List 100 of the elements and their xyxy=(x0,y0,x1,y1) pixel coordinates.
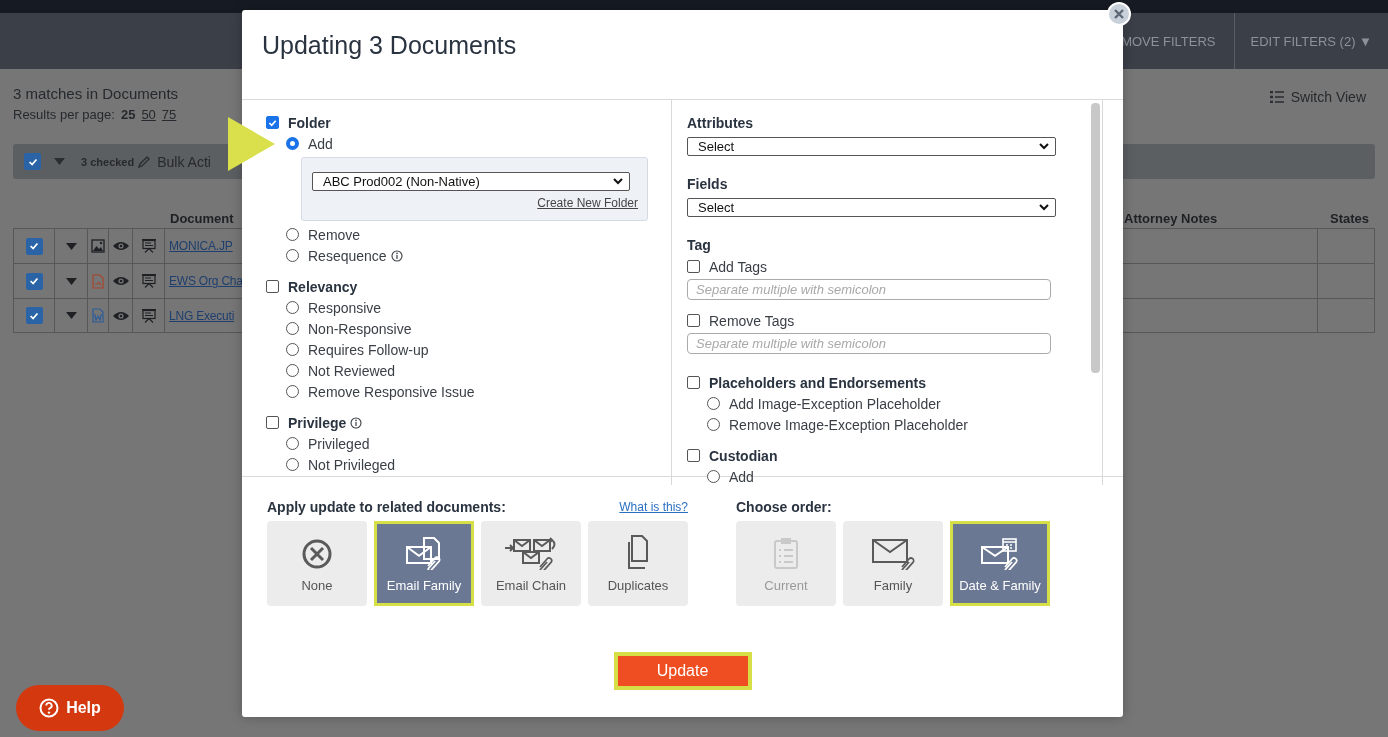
help-link[interactable]: What is this? xyxy=(619,500,688,514)
image-icon xyxy=(91,239,105,253)
option-button[interactable]: Duplicates xyxy=(588,521,688,606)
radio-button[interactable] xyxy=(286,228,299,241)
checkbox[interactable] xyxy=(687,376,700,389)
option-label: Add Image-Exception Placeholder xyxy=(729,395,941,412)
option-button[interactable]: Email Chain xyxy=(481,521,581,606)
column-header: Attorney Notes xyxy=(1124,211,1218,226)
document-link[interactable]: EWS Org Cha xyxy=(169,274,243,288)
option-button[interactable]: Email Family xyxy=(374,521,474,606)
page-size[interactable]: 25 xyxy=(120,107,136,122)
option-label: Remove xyxy=(308,226,361,243)
help-icon xyxy=(39,698,60,718)
checkbox[interactable] xyxy=(25,307,43,324)
option-label: Privileged xyxy=(308,435,370,452)
checkbox[interactable] xyxy=(266,116,279,129)
option-label: Remove Image-Exception Placeholder xyxy=(729,416,968,433)
checkbox[interactable] xyxy=(24,153,41,170)
switch-view-button[interactable]: Switch View xyxy=(1269,89,1375,105)
presentation-icon xyxy=(140,273,157,289)
column-header: States xyxy=(1329,211,1369,226)
radio-button[interactable] xyxy=(286,322,299,335)
section-label: Folder xyxy=(288,114,331,131)
presentation-icon xyxy=(140,307,157,324)
pdf-file-icon xyxy=(92,273,104,289)
dropdown[interactable]: Select xyxy=(687,198,1056,217)
clipboard-icon xyxy=(772,536,800,570)
page-size-link[interactable]: 50 xyxy=(141,107,156,122)
checkbox[interactable] xyxy=(687,260,700,273)
radio-button[interactable] xyxy=(286,437,299,450)
option-label: Requires Follow-up xyxy=(308,341,429,358)
radio-button[interactable] xyxy=(286,301,299,314)
scrollbar-thumb[interactable] xyxy=(1091,103,1100,373)
update-button[interactable]: Update xyxy=(613,652,752,690)
input-field[interactable]: Separate multiple with semicolon xyxy=(687,333,1051,354)
checkbox[interactable] xyxy=(266,280,279,293)
option-label: Non-Responsive xyxy=(308,320,412,337)
envelope-icon xyxy=(979,536,1021,570)
radio-button[interactable] xyxy=(286,249,299,262)
radio-button[interactable] xyxy=(707,397,720,410)
filter-button[interactable]: EDIT FILTERS (2) ▼ xyxy=(1233,13,1388,69)
option-label: Add xyxy=(308,135,333,152)
checkbox[interactable] xyxy=(687,449,700,462)
checkbox-label: Remove Tags xyxy=(709,312,795,329)
checkbox-label: Add Tags xyxy=(709,258,768,275)
create-folder-link[interactable]: Create New Folder xyxy=(537,196,638,210)
radio-button[interactable] xyxy=(707,418,720,431)
per-page-label: Results per page: xyxy=(13,107,115,122)
envelopes-icon xyxy=(504,536,558,570)
checkbox[interactable] xyxy=(25,272,43,290)
table-cell xyxy=(1317,298,1375,333)
radio-button[interactable] xyxy=(286,458,299,471)
group-label: Choose order: xyxy=(736,499,832,515)
option-label: Not Reviewed xyxy=(308,362,396,379)
option-label: Add xyxy=(729,468,754,485)
eye-icon xyxy=(111,240,130,252)
option-button[interactable]: Date & Family xyxy=(950,521,1050,606)
section-label: Relevancy xyxy=(288,278,358,295)
checkbox[interactable] xyxy=(266,416,279,429)
document-link[interactable]: MONICA.JP xyxy=(169,239,233,253)
radio-button[interactable] xyxy=(286,137,299,150)
results-title: 3 matches in Documents xyxy=(13,84,179,102)
checkbox[interactable] xyxy=(25,237,43,255)
word-file-icon xyxy=(92,308,104,323)
dropdown[interactable]: Select xyxy=(687,137,1056,156)
column-header: Document xyxy=(170,211,234,226)
document-link[interactable]: LNG Executi xyxy=(169,308,235,323)
group-label: Apply update to related documents: xyxy=(267,499,506,515)
option-label: Resequence xyxy=(308,247,387,264)
checkbox[interactable] xyxy=(687,314,700,327)
option-button[interactable]: None xyxy=(267,521,367,606)
option-button[interactable]: Family xyxy=(843,521,943,606)
radio-button[interactable] xyxy=(286,385,299,398)
field-label: Tag xyxy=(687,236,712,255)
cancel-icon xyxy=(301,538,333,570)
pencil-icon xyxy=(138,155,152,168)
option-label: Not Privileged xyxy=(308,456,396,473)
chevron-icon xyxy=(613,178,623,185)
page-size-link[interactable]: 75 xyxy=(161,107,177,122)
eye-icon xyxy=(111,275,130,287)
field-label: Fields xyxy=(687,175,729,194)
chevron-icon xyxy=(1039,204,1049,211)
check-icon xyxy=(28,240,40,252)
option-label: Responsive xyxy=(308,299,382,316)
radio-button[interactable] xyxy=(707,470,720,483)
check-icon xyxy=(28,275,40,287)
field-label: Attributes xyxy=(687,114,755,133)
presentation-icon xyxy=(140,238,157,254)
help-button[interactable]: Help xyxy=(16,685,124,731)
radio-button[interactable] xyxy=(286,364,299,377)
caret-icon xyxy=(65,277,77,285)
envelope-icon xyxy=(870,536,916,570)
dialog-title: Updating 3 Documents xyxy=(262,31,518,60)
section-label: Placeholders and Endorsements xyxy=(709,374,927,391)
caret-icon xyxy=(54,158,65,165)
eye-icon xyxy=(111,309,130,322)
input-field[interactable]: Separate multiple with semicolon xyxy=(687,279,1051,300)
caret-icon xyxy=(65,242,77,250)
dropdown[interactable]: ABC Prod002 (Non-Native) xyxy=(312,172,630,191)
radio-button[interactable] xyxy=(286,343,299,356)
